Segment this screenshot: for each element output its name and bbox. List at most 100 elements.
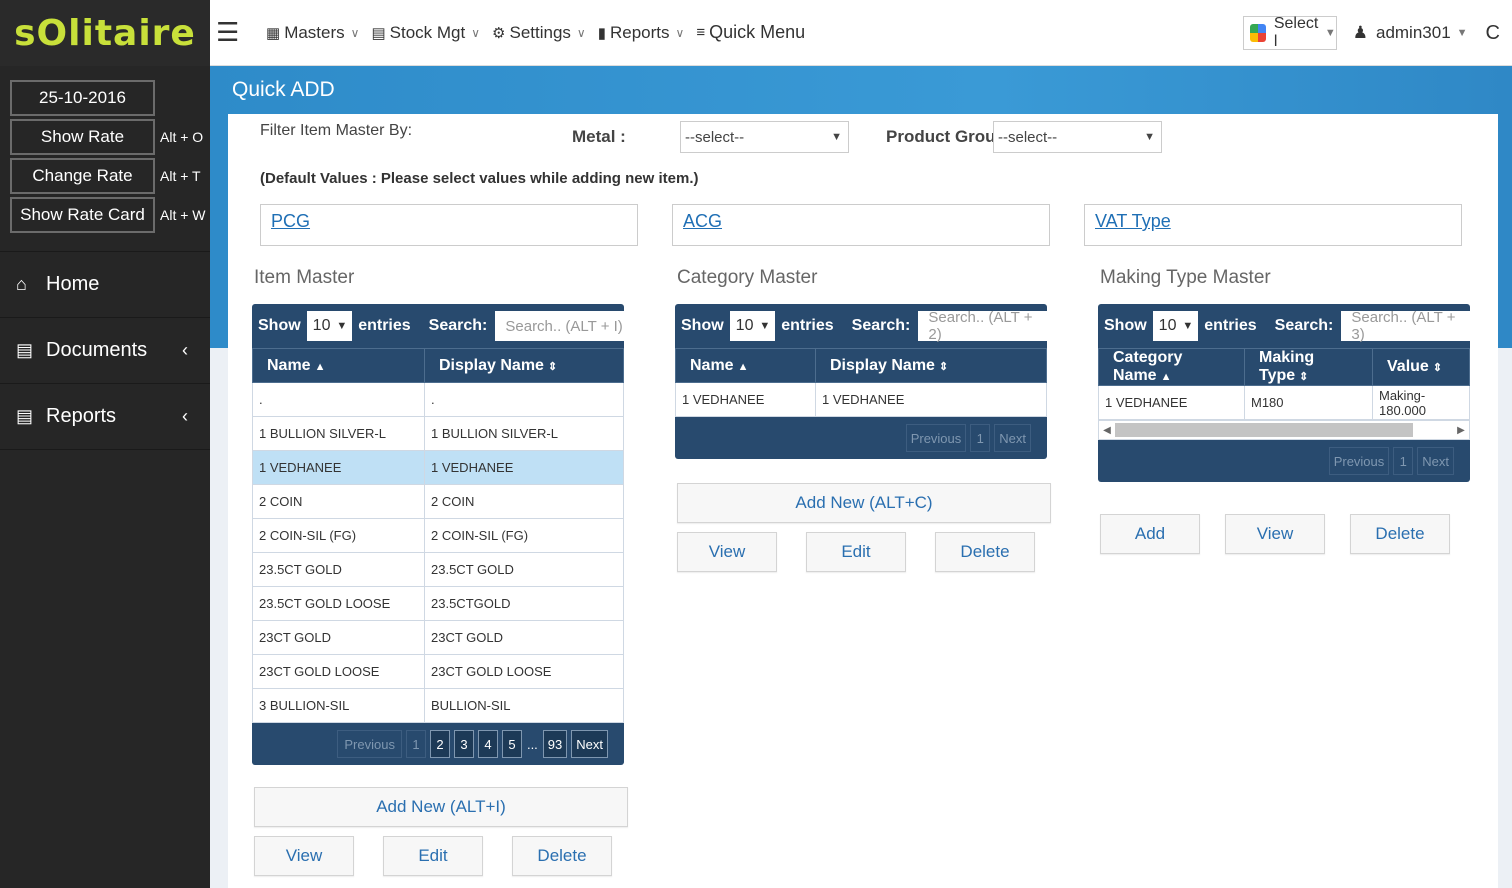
table-row[interactable]: 23.5CT GOLD 23.5CT GOLD [252, 552, 624, 587]
nav-stock-mgt[interactable]: ▤ Stock Mgt ∨ [371, 23, 480, 43]
column-header-display-name[interactable]: Display Name ⇕ [424, 348, 624, 383]
making-type-cell[interactable]: M180 [1244, 385, 1373, 420]
name-cell[interactable]: 2 COIN-SIL (FG) [252, 518, 425, 553]
name-cell[interactable]: . [252, 382, 425, 417]
google-translate-select[interactable]: Select l ▼ [1242, 15, 1337, 50]
display-name-cell[interactable]: 23.5CTGOLD [424, 586, 624, 621]
change-rate-button[interactable]: Change Rate [10, 158, 155, 194]
display-name-cell[interactable]: . [424, 382, 624, 417]
making-type-view-button[interactable]: View [1225, 514, 1325, 554]
logo[interactable]: sOlitaire [0, 0, 210, 66]
nav-masters[interactable]: ▦ Masters ∨ [266, 23, 359, 43]
page-length-select[interactable]: 10 ▼ [1152, 311, 1199, 341]
name-cell[interactable]: 23.5CT GOLD [252, 552, 425, 587]
display-name-cell[interactable]: BULLION-SIL [424, 688, 624, 723]
metal-select[interactable]: --select-- ▼ [680, 121, 849, 153]
next-button[interactable]: Next [1417, 447, 1454, 475]
name-cell[interactable]: 1 VEDHANEE [675, 382, 816, 417]
show-rate-button[interactable]: Show Rate [10, 119, 155, 155]
display-name-cell[interactable]: 1 VEDHANEE [424, 450, 624, 485]
page-5-button[interactable]: 5 [501, 730, 522, 758]
page-2-button[interactable]: 2 [429, 730, 450, 758]
product-group-select[interactable]: --select-- ▼ [993, 121, 1162, 153]
next-button[interactable]: Next [994, 424, 1031, 452]
column-header-name[interactable]: Name ▲ [675, 348, 816, 383]
page-1-button[interactable]: 1 [1393, 447, 1414, 475]
name-cell[interactable]: 23CT GOLD [252, 620, 425, 655]
page-3-button[interactable]: 3 [453, 730, 474, 758]
hamburger-menu-icon[interactable]: ☰ [216, 17, 254, 48]
nav-settings[interactable]: ⚙ Settings ∨ [492, 23, 586, 43]
table-row[interactable]: .. [252, 382, 624, 417]
scroll-thumb[interactable] [1115, 423, 1413, 437]
column-header-making-type[interactable]: Making Type ⇕ [1244, 348, 1373, 386]
table-row[interactable]: 23CT GOLD 23CT GOLD [252, 620, 624, 655]
horizontal-scrollbar[interactable]: ◀ ▶ [1098, 420, 1470, 440]
sidebar-item-documents[interactable]: ▤ Documents ‹ [0, 318, 210, 384]
table-row[interactable]: 1 VEDHANEE M180 Making-180.000 [1098, 385, 1470, 420]
item-delete-button[interactable]: Delete [512, 836, 612, 876]
previous-button[interactable]: Previous [1328, 447, 1390, 475]
page-93-button[interactable]: 93 [542, 730, 568, 758]
date-display[interactable]: 25-10-2016 [10, 80, 155, 116]
table-row[interactable]: 1 BULLION SILVER-L 1 BULLION SILVER-L [252, 416, 624, 451]
column-header-name[interactable]: Name ▲ [252, 348, 425, 383]
column-header-value[interactable]: Value ⇕ [1372, 348, 1470, 386]
previous-button[interactable]: Previous [905, 424, 967, 452]
next-button[interactable]: Next [571, 730, 608, 758]
table-row[interactable]: 3 BULLION-SIL BULLION-SIL [252, 688, 624, 723]
display-name-cell[interactable]: 23.5CT GOLD [424, 552, 624, 587]
display-name-cell[interactable]: 1 BULLION SILVER-L [424, 416, 624, 451]
add-new-item-button[interactable]: Add New (ALT+I) [254, 787, 628, 827]
display-name-cell[interactable]: 23CT GOLD [424, 620, 624, 655]
sidebar-item-home[interactable]: ⌂ Home [0, 252, 210, 318]
display-name-cell[interactable]: 1 VEDHANEE [815, 382, 1047, 417]
making-type-delete-button[interactable]: Delete [1350, 514, 1450, 554]
category-view-button[interactable]: View [677, 532, 777, 572]
vat-type-link[interactable]: VAT Type [1095, 211, 1171, 231]
display-name-cell[interactable]: 2 COIN [424, 484, 624, 519]
item-edit-button[interactable]: Edit [383, 836, 483, 876]
add-new-category-button[interactable]: Add New (ALT+C) [677, 483, 1051, 523]
category-name-cell[interactable]: 1 VEDHANEE [1098, 385, 1245, 420]
table-row[interactable]: 23CT GOLD LOOSE 23CT GOLD LOOSE [252, 654, 624, 689]
column-header-category-name[interactable]: Category Name ▲ [1098, 348, 1245, 386]
item-view-button[interactable]: View [254, 836, 354, 876]
table-row-selected[interactable]: 1 VEDHANEE 1 VEDHANEE [252, 450, 624, 485]
page-length-select[interactable]: 10 ▼ [306, 311, 353, 341]
sidebar-item-reports[interactable]: ▤ Reports ‹ [0, 384, 210, 450]
page-4-button[interactable]: 4 [477, 730, 498, 758]
table-row[interactable]: 2 COIN 2 COIN [252, 484, 624, 519]
display-name-cell[interactable]: 23CT GOLD LOOSE [424, 654, 624, 689]
page-length-select[interactable]: 10 ▼ [729, 311, 776, 341]
page-1-button[interactable]: 1 [970, 424, 991, 452]
column-header-display-name[interactable]: Display Name ⇕ [815, 348, 1047, 383]
acg-link[interactable]: ACG [683, 211, 722, 231]
nav-quick-menu[interactable]: ≡ Quick Menu [696, 22, 805, 43]
item-search-input[interactable]: Search.. (ALT + I) [495, 311, 624, 341]
name-cell[interactable]: 1 VEDHANEE [252, 450, 425, 485]
table-row[interactable]: 23.5CT GOLD LOOSE 23.5CTGOLD [252, 586, 624, 621]
category-delete-button[interactable]: Delete [935, 532, 1035, 572]
table-row[interactable]: 1 VEDHANEE 1 VEDHANEE [675, 382, 1047, 417]
display-name-cell[interactable]: 2 COIN-SIL (FG) [424, 518, 624, 553]
category-search-input[interactable]: Search.. (ALT + 2) [918, 309, 1047, 343]
name-cell[interactable]: 23CT GOLD LOOSE [252, 654, 425, 689]
user-menu[interactable]: ♟ admin301 ▼ [1353, 23, 1468, 43]
nav-reports[interactable]: ▮ Reports ∨ [598, 23, 685, 43]
refresh-icon[interactable]: C [1486, 22, 1500, 45]
pcg-link[interactable]: PCG [271, 211, 310, 231]
name-cell[interactable]: 1 BULLION SILVER-L [252, 416, 425, 451]
scroll-right-icon[interactable]: ▶ [1453, 425, 1469, 436]
name-cell[interactable]: 2 COIN [252, 484, 425, 519]
making-type-search-input[interactable]: Search.. (ALT + 3) [1341, 309, 1470, 343]
scroll-left-icon[interactable]: ◀ [1099, 425, 1115, 436]
page-1-button[interactable]: 1 [405, 730, 426, 758]
value-cell[interactable]: Making-180.000 [1372, 385, 1470, 420]
name-cell[interactable]: 23.5CT GOLD LOOSE [252, 586, 425, 621]
category-edit-button[interactable]: Edit [806, 532, 906, 572]
making-type-add-button[interactable]: Add [1100, 514, 1200, 554]
table-row[interactable]: 2 COIN-SIL (FG) 2 COIN-SIL (FG) [252, 518, 624, 553]
name-cell[interactable]: 3 BULLION-SIL [252, 688, 425, 723]
previous-button[interactable]: Previous [337, 730, 402, 758]
